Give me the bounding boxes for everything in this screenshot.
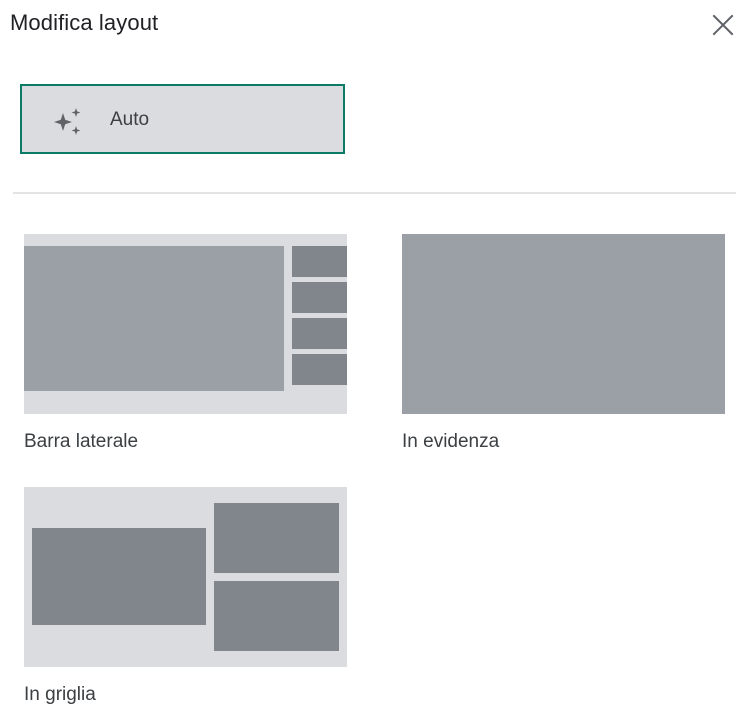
layout-option-tiled[interactable]: In griglia xyxy=(24,487,347,707)
sparkle-icon xyxy=(54,108,81,135)
main-tile xyxy=(24,246,284,391)
tiled-layout-preview xyxy=(24,487,347,667)
layout-option-sidebar[interactable]: Barra laterale xyxy=(24,234,347,459)
sidebar-layout-preview xyxy=(24,234,347,414)
layout-label-sidebar: Barra laterale xyxy=(24,431,139,452)
grid-tile xyxy=(214,503,339,573)
spotlight-layout-preview xyxy=(402,234,725,414)
close-icon xyxy=(712,14,734,36)
layout-option-spotlight[interactable]: In evidenza xyxy=(402,234,725,459)
side-tile xyxy=(292,354,347,385)
dialog-title: Modifica layout xyxy=(10,10,159,35)
main-tile xyxy=(402,234,725,414)
divider xyxy=(13,192,736,194)
side-tile xyxy=(292,246,347,277)
grid-tile xyxy=(32,528,206,625)
auto-label: Auto xyxy=(110,109,150,130)
side-tile xyxy=(292,318,347,349)
grid-tile xyxy=(214,581,339,651)
auto-layout-option[interactable]: Auto xyxy=(20,84,345,154)
layout-label-spotlight: In evidenza xyxy=(402,431,500,452)
side-tile xyxy=(292,282,347,313)
layout-label-tiled: In griglia xyxy=(24,684,96,705)
close-button[interactable] xyxy=(708,10,737,40)
